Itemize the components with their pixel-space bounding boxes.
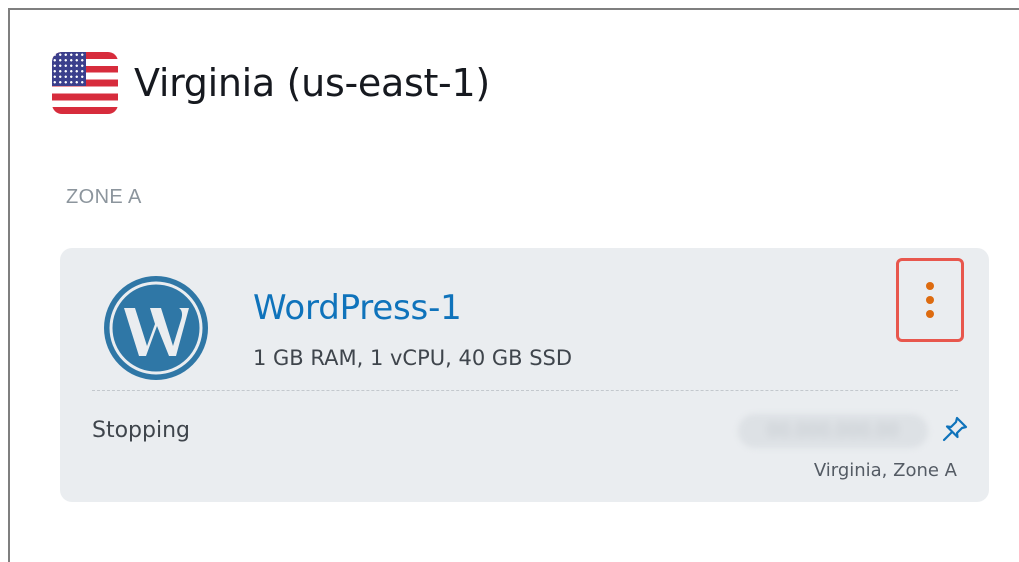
instance-actions-menu-button[interactable]	[896, 258, 964, 342]
region-header: Virginia (us-east-1)	[52, 42, 490, 124]
instance-location: Virginia, Zone A	[813, 460, 957, 481]
instance-card[interactable]: WordPress-1 1 GB RAM, 1 vCPU, 40 GB SSD …	[60, 248, 989, 502]
zone-label: ZONE A	[66, 186, 142, 208]
instance-status: Stopping	[92, 418, 191, 443]
card-divider	[92, 390, 958, 391]
ip-address: 00.000.000.00	[738, 414, 928, 448]
instance-specs: 1 GB RAM, 1 vCPU, 40 GB SSD	[253, 346, 573, 370]
region-title: Virginia (us-east-1)	[134, 61, 490, 105]
ip-address-text: 00.000.000.00	[767, 420, 899, 441]
us-flag-icon	[52, 52, 118, 114]
vertical-ellipsis-icon	[926, 282, 934, 290]
wordpress-logo-icon[interactable]	[102, 274, 210, 382]
instance-name-link[interactable]: WordPress-1	[253, 288, 462, 328]
pin-icon[interactable]	[940, 414, 970, 444]
instances-panel: Virginia (us-east-1) ZONE A WordPress-1 …	[8, 8, 1019, 562]
